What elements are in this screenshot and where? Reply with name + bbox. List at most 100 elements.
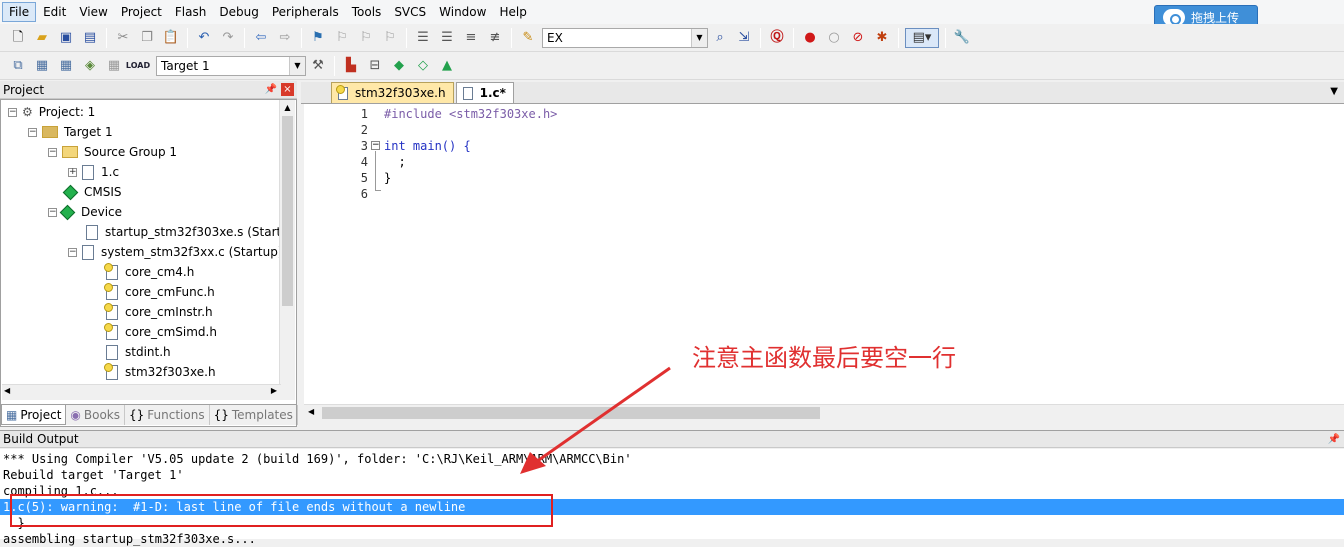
build-icon[interactable]: ▦	[32, 56, 52, 76]
tree-item-file[interactable]: stdint.h	[106, 342, 171, 362]
disable-breakpoints-icon[interactable]: ⊘	[848, 28, 868, 48]
next-bookmark-icon[interactable]: ⚐	[356, 28, 376, 48]
scroll-left-icon[interactable]: ◀	[4, 386, 10, 395]
menu-flash[interactable]: Flash	[169, 3, 212, 21]
menu-tools[interactable]: Tools	[346, 3, 388, 21]
stop-build-icon[interactable]: ▦	[104, 56, 124, 76]
menu-window[interactable]: Window	[433, 3, 492, 21]
options-for-target-icon[interactable]: ⚒	[308, 56, 328, 76]
tree-item-file[interactable]: − system_stm32f3xx.c (Startup)	[68, 242, 281, 262]
tab-list-icon[interactable]: ▼	[1330, 86, 1338, 97]
scroll-left-icon[interactable]: ◀	[308, 407, 314, 416]
save-icon[interactable]: ▣	[56, 28, 76, 48]
unindent-icon[interactable]: ☰	[437, 28, 457, 48]
configure-icon[interactable]: 🔧	[952, 28, 972, 48]
menu-help[interactable]: Help	[493, 3, 532, 21]
tree-item-header[interactable]: core_cmSimd.h	[104, 322, 217, 342]
paste-icon[interactable]: 📋	[161, 28, 181, 48]
new-file-icon[interactable]: 🗋	[8, 28, 28, 48]
tree-vertical-scrollbar[interactable]: ▲	[279, 100, 295, 400]
scroll-thumb[interactable]	[282, 116, 293, 306]
translate-icon[interactable]: ⧉	[8, 56, 28, 76]
find-in-files-icon[interactable]: ✎	[518, 28, 538, 48]
comment-icon[interactable]: ≡	[461, 28, 481, 48]
scroll-right-icon[interactable]: ▶	[271, 386, 277, 395]
editor-horizontal-scrollbar[interactable]: ◀	[304, 404, 1344, 421]
save-all-icon[interactable]: ▤	[80, 28, 100, 48]
menu-file[interactable]: File	[2, 2, 37, 22]
pin-icon[interactable]: 📌	[265, 84, 277, 95]
select-packs-icon[interactable]: ◇	[413, 56, 433, 76]
tree-item-file[interactable]: + 1.c	[68, 162, 119, 182]
tree-item-source-group[interactable]: − Source Group 1	[48, 142, 177, 162]
file-extensions-icon[interactable]: ⊟	[365, 56, 385, 76]
collapse-icon[interactable]: −	[8, 107, 17, 117]
header-file-icon	[336, 84, 348, 100]
rebuild-icon[interactable]: ▦	[56, 56, 76, 76]
pack-installer-icon[interactable]: ▲	[437, 56, 457, 76]
window-layout-icon[interactable]: ▤▾	[905, 27, 939, 48]
menu-svcs[interactable]: SVCS	[388, 3, 432, 21]
menu-debug[interactable]: Debug	[213, 3, 264, 21]
cut-icon[interactable]: ✂	[113, 28, 133, 48]
incremental-find-icon[interactable]: ⇲	[734, 28, 754, 48]
tree-item-project[interactable]: − ⚙ Project: 1	[8, 102, 95, 122]
clear-bookmarks-icon[interactable]: ⚐	[380, 28, 400, 48]
batch-build-icon[interactable]: ◈	[80, 56, 100, 76]
debug-session-icon[interactable]: Ⓠ	[767, 28, 787, 48]
tree-item-device[interactable]: − Device	[48, 202, 122, 222]
enable-breakpoint-icon[interactable]: ○	[824, 28, 844, 48]
collapse-icon[interactable]: −	[48, 207, 57, 217]
redo-icon[interactable]: ↷	[218, 28, 238, 48]
menu-view[interactable]: View	[73, 3, 113, 21]
menu-peripherals[interactable]: Peripherals	[266, 3, 345, 21]
download-icon[interactable]: LOAD	[126, 56, 150, 76]
target-combo[interactable]: Target 1 ▼	[156, 55, 306, 76]
tree-item-header[interactable]: core_cmInstr.h	[104, 302, 213, 322]
indent-icon[interactable]: ☰	[413, 28, 433, 48]
tab-templates[interactable]: {} Templates	[210, 405, 298, 425]
tree-item-target[interactable]: − Target 1	[28, 122, 113, 142]
collapse-icon[interactable]: −	[48, 147, 57, 157]
chevron-down-icon[interactable]: ▼	[289, 56, 305, 75]
manage-project-items-icon[interactable]: ▙	[341, 56, 361, 76]
tree-item-cmsis[interactable]: CMSIS	[62, 182, 122, 202]
menu-project[interactable]: Project	[115, 3, 168, 21]
uncomment-icon[interactable]: ≢	[485, 28, 505, 48]
collapse-icon[interactable]: −	[28, 127, 37, 137]
editor-tab-header-file[interactable]: stm32f303xe.h	[331, 82, 454, 103]
scroll-thumb[interactable]	[322, 407, 820, 419]
toolbar-separator	[334, 55, 335, 76]
chevron-down-icon[interactable]: ▼	[691, 28, 707, 47]
undo-icon[interactable]: ↶	[194, 28, 214, 48]
project-tab-icon: ▦	[6, 407, 18, 422]
collapse-icon[interactable]: −	[68, 247, 77, 257]
bookmark-icon[interactable]: ⚑	[308, 28, 328, 48]
nav-forward-icon[interactable]: ⇨	[275, 28, 295, 48]
copy-icon[interactable]: ❐	[137, 28, 157, 48]
find-icon[interactable]: ⌕	[710, 28, 730, 48]
prev-bookmark-icon[interactable]: ⚐	[332, 28, 352, 48]
open-file-icon[interactable]: ▰	[32, 28, 52, 48]
insert-breakpoint-icon[interactable]: ●	[800, 28, 820, 48]
project-panel: − ⚙ Project: 1 − Target 1 − Source Group…	[0, 99, 298, 427]
kill-breakpoints-icon[interactable]: ✱	[872, 28, 892, 48]
scroll-up-icon[interactable]: ▲	[280, 100, 295, 116]
tab-books[interactable]: ◉ Books	[66, 405, 126, 425]
nav-back-icon[interactable]: ⇦	[251, 28, 271, 48]
tree-item-header[interactable]: core_cmFunc.h	[104, 282, 215, 302]
tab-project[interactable]: ▦ Project	[1, 405, 67, 425]
menu-edit[interactable]: Edit	[37, 3, 72, 21]
close-icon[interactable]: ×	[281, 83, 294, 96]
tree-item-header[interactable]: core_cm4.h	[104, 262, 194, 282]
tree-horizontal-scrollbar[interactable]: ◀ ▶	[2, 384, 281, 400]
tree-item-file[interactable]: startup_stm32f303xe.s (Startup)	[86, 222, 281, 242]
pin-icon[interactable]: 📌	[1328, 434, 1340, 445]
editor-tab-source-file[interactable]: 1.c*	[455, 82, 514, 103]
fold-collapse-icon[interactable]: −	[371, 141, 380, 150]
manage-rte-icon[interactable]: ◆	[389, 56, 409, 76]
find-combo[interactable]: EX ▼	[542, 27, 708, 48]
tree-item-header[interactable]: stm32f303xe.h	[104, 362, 216, 382]
tab-functions[interactable]: {} Functions	[125, 405, 210, 425]
expand-icon[interactable]: +	[68, 167, 77, 177]
